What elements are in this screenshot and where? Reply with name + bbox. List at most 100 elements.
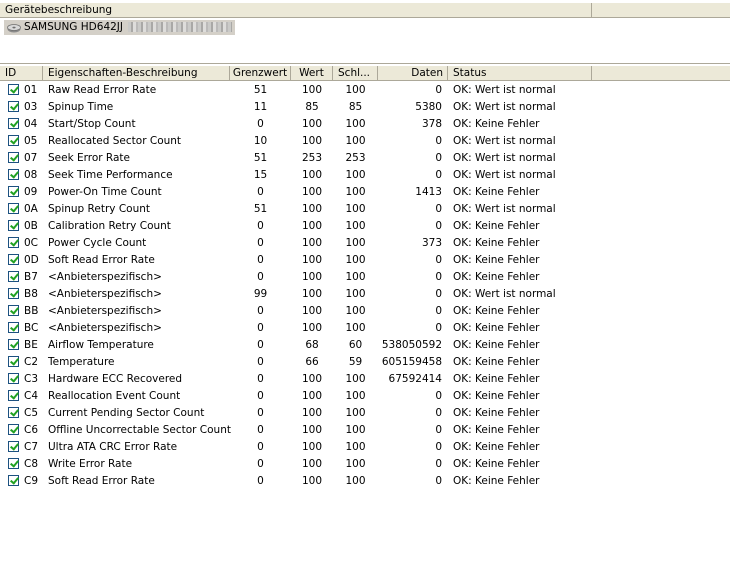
row-description: Offline Uncorrectable Sector Count	[48, 424, 231, 436]
checkbox-checked-icon[interactable]	[8, 305, 19, 316]
checkbox-checked-icon[interactable]	[8, 356, 19, 367]
checkbox-checked-icon[interactable]	[8, 288, 19, 299]
row-worst: 100	[345, 84, 366, 96]
row-worst: 100	[345, 186, 366, 198]
column-header-description[interactable]: Eigenschaften-Beschreibung	[43, 66, 230, 80]
checkbox-checked-icon[interactable]	[8, 458, 19, 469]
row-description: Seek Time Performance	[48, 169, 173, 181]
column-header-data[interactable]: Daten	[378, 66, 448, 80]
row-id: C3	[24, 373, 39, 385]
row-threshold: 0	[257, 458, 264, 470]
checkbox-checked-icon[interactable]	[8, 220, 19, 231]
row-id: B8	[24, 288, 38, 300]
row-status: OK: Keine Fehler	[453, 118, 540, 130]
table-row[interactable]: 08 Seek Time Performance 15 100 100 0 OK: Wert…	[0, 167, 730, 184]
table-row[interactable]: C3 Hardware ECC Recovered 0 100 100 67592414 O…	[0, 371, 730, 388]
column-header-id[interactable]: ID	[0, 66, 43, 80]
row-worst: 100	[345, 288, 366, 300]
row-worst: 100	[345, 135, 366, 147]
checkbox-checked-icon[interactable]	[8, 237, 19, 248]
row-worst: 59	[348, 356, 363, 368]
table-row[interactable]: 09 Power-On Time Count 0 100 100 1413 OK: Kein…	[0, 184, 730, 201]
checkbox-checked-icon[interactable]	[8, 203, 19, 214]
checkbox-checked-icon[interactable]	[8, 84, 19, 95]
table-row[interactable]: C9 Soft Read Error Rate 0 100 100 0 OK: Keine …	[0, 473, 730, 490]
row-status: OK: Keine Fehler	[453, 475, 540, 487]
row-data: 5380	[415, 101, 442, 113]
row-data: 0	[435, 152, 442, 164]
row-data: 0	[435, 458, 442, 470]
checkbox-checked-icon[interactable]	[8, 101, 19, 112]
table-row[interactable]: 04 Start/Stop Count 0 100 100 378 OK: Keine Fe…	[0, 116, 730, 133]
table-row[interactable]: C8 Write Error Rate 0 100 100 0 OK: Keine Fehl…	[0, 456, 730, 473]
row-worst: 253	[345, 152, 366, 164]
row-description: Ultra ATA CRC Error Rate	[48, 441, 178, 453]
table-row[interactable]: B8 <Anbieterspezifisch> 99 100 100 0 OK: Wert …	[0, 286, 730, 303]
row-threshold: 0	[257, 390, 264, 402]
row-id: BE	[24, 339, 38, 351]
checkbox-checked-icon[interactable]	[8, 186, 19, 197]
checkbox-checked-icon[interactable]	[8, 271, 19, 282]
row-worst: 100	[345, 390, 366, 402]
row-id: BB	[24, 305, 39, 317]
checkbox-checked-icon[interactable]	[8, 339, 19, 350]
checkbox-checked-icon[interactable]	[8, 135, 19, 146]
checkbox-checked-icon[interactable]	[8, 390, 19, 401]
checkbox-checked-icon[interactable]	[8, 373, 19, 384]
row-data: 0	[435, 305, 442, 317]
checkbox-checked-icon[interactable]	[8, 169, 19, 180]
checkbox-checked-icon[interactable]	[8, 322, 19, 333]
table-row[interactable]: BB <Anbieterspezifisch> 0 100 100 0 OK: Keine …	[0, 303, 730, 320]
row-data: 378	[421, 118, 442, 130]
row-value: 68	[305, 339, 319, 351]
table-row[interactable]: BE Airflow Temperature 0 68 60 538050592 OK: K…	[0, 337, 730, 354]
attribute-table-header: ID Eigenschaften-Beschreibung Grenzwert …	[0, 66, 730, 81]
table-row[interactable]: C5 Current Pending Sector Count 0 100 100 0 OK…	[0, 405, 730, 422]
table-row[interactable]: C6 Offline Uncorrectable Sector Count 0 100…	[0, 422, 730, 439]
column-header-worst[interactable]: Schl...	[333, 66, 378, 80]
column-header-status[interactable]: Status	[448, 66, 592, 80]
checkbox-checked-icon[interactable]	[8, 152, 19, 163]
row-status: OK: Keine Fehler	[453, 407, 540, 419]
device-item[interactable]: SAMSUNG HD642JJ	[4, 20, 236, 35]
column-header-device-description[interactable]: Gerätebeschreibung	[0, 3, 592, 17]
table-row[interactable]: 01 Raw Read Error Rate 51 100 100 0 OK: Wert i…	[0, 82, 730, 99]
column-header-empty[interactable]	[592, 3, 730, 17]
checkbox-checked-icon[interactable]	[8, 254, 19, 265]
row-description: Calibration Retry Count	[48, 220, 171, 232]
table-row[interactable]: 0C Power Cycle Count 0 100 100 373 OK: Keine F…	[0, 235, 730, 252]
row-value: 85	[305, 101, 319, 113]
checkbox-checked-icon[interactable]	[8, 475, 19, 486]
table-row[interactable]: 0D Soft Read Error Rate 0 100 100 0 OK: Keine …	[0, 252, 730, 269]
row-value: 100	[301, 424, 323, 436]
column-header-value[interactable]: Wert	[291, 66, 333, 80]
column-header-threshold[interactable]: Grenzwert	[230, 66, 291, 80]
table-row[interactable]: C4 Reallocation Event Count 0 100 100 0 OK: Ke…	[0, 388, 730, 405]
table-row[interactable]: C7 Ultra ATA CRC Error Rate 0 100 100 0 OK: Ke…	[0, 439, 730, 456]
row-worst: 100	[345, 458, 366, 470]
row-data: 538050592	[381, 339, 442, 351]
row-threshold: 0	[257, 220, 264, 232]
checkbox-checked-icon[interactable]	[8, 118, 19, 129]
table-row[interactable]: 05 Reallocated Sector Count 10 100 100 0 OK: W…	[0, 133, 730, 150]
row-threshold: 11	[253, 101, 268, 113]
row-value: 100	[301, 475, 323, 487]
table-row[interactable]: 0A Spinup Retry Count 51 100 100 0 OK: Wert is…	[0, 201, 730, 218]
row-description: Seek Error Rate	[48, 152, 131, 164]
row-id: 03	[24, 101, 38, 113]
row-description: <Anbieterspezifisch>	[48, 271, 162, 283]
row-description: Reallocated Sector Count	[48, 135, 182, 147]
table-row[interactable]: B7 <Anbieterspezifisch> 0 100 100 0 OK: Keine …	[0, 269, 730, 286]
checkbox-checked-icon[interactable]	[8, 424, 19, 435]
checkbox-checked-icon[interactable]	[8, 441, 19, 452]
table-row[interactable]: 07 Seek Error Rate 51 253 253 0 OK: Wert ist n…	[0, 150, 730, 167]
table-row[interactable]: 0B Calibration Retry Count 0 100 100 0 OK: Kei…	[0, 218, 730, 235]
checkbox-checked-icon[interactable]	[8, 407, 19, 418]
row-description: <Anbieterspezifisch>	[48, 322, 162, 334]
table-row[interactable]: BC <Anbieterspezifisch> 0 100 100 0 OK: Keine …	[0, 320, 730, 337]
row-data: 0	[435, 135, 442, 147]
column-header-empty[interactable]	[592, 66, 730, 80]
row-description: Hardware ECC Recovered	[48, 373, 183, 385]
table-row[interactable]: 03 Spinup Time 11 85 85 5380 OK: Wert ist norm…	[0, 99, 730, 116]
table-row[interactable]: C2 Temperature 0 66 59 605159458 OK: Keine Feh…	[0, 354, 730, 371]
